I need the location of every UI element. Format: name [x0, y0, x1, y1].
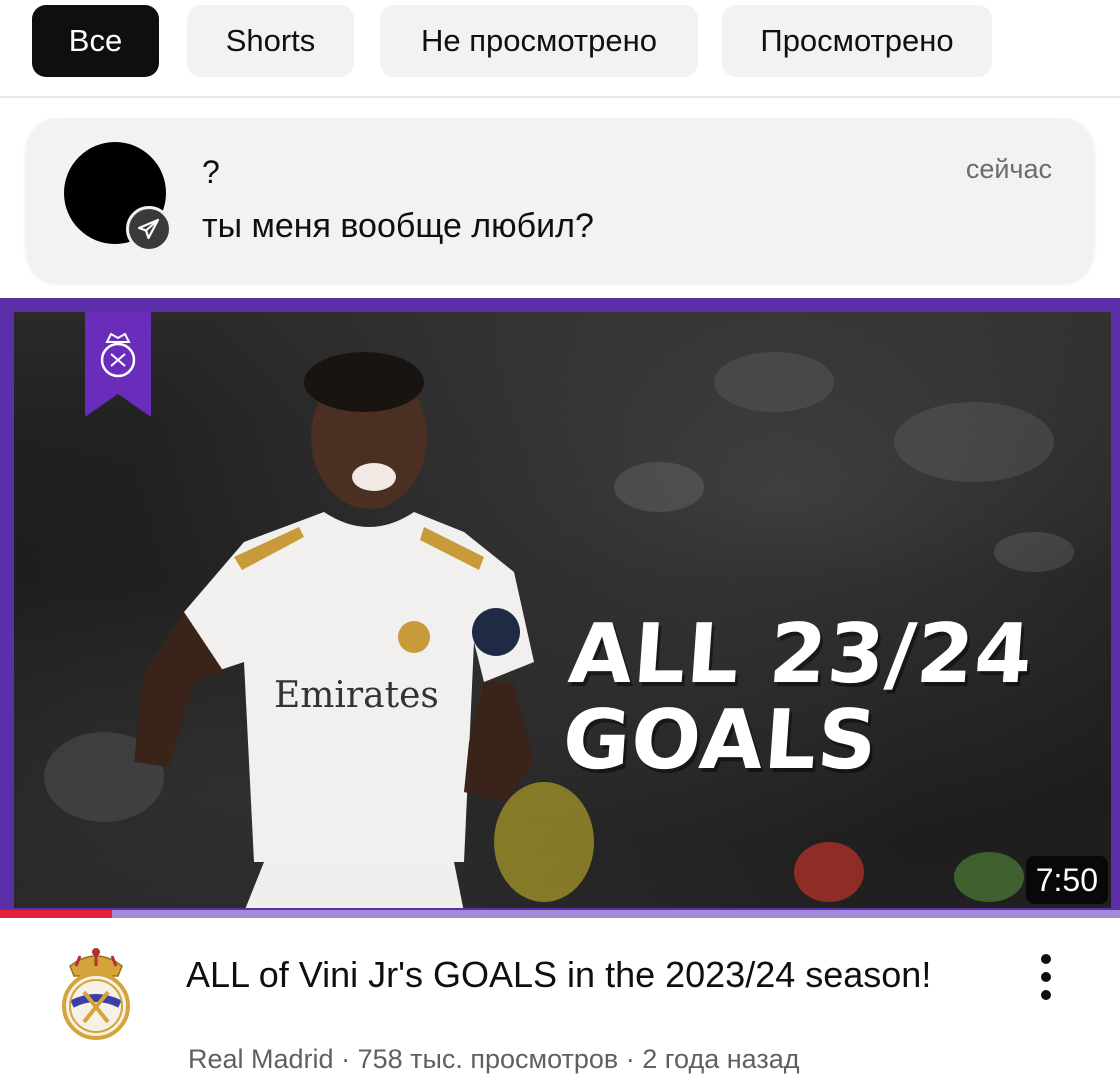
notification-time: сейчас — [965, 154, 1052, 184]
video-title[interactable]: ALL of Vini Jr's GOALS in the 2023/24 se… — [186, 952, 946, 998]
chip-watched[interactable]: Просмотрено — [722, 5, 992, 77]
player-figure: Emirates — [134, 352, 534, 908]
video-duration-badge: 7:50 — [1025, 856, 1108, 904]
filter-chips-bar: Все Shorts Не просмотрено Просмотрено — [0, 0, 1120, 98]
message-notification[interactable]: ? ты меня вообще любил? сейчас — [26, 118, 1094, 282]
chip-all[interactable]: Все — [32, 5, 159, 77]
video-thumbnail[interactable]: Emirates ALL 23/24 GOALS 7:50 — [0, 298, 1120, 918]
watch-progress-bar — [0, 910, 1120, 918]
meta-separator: · — [333, 1044, 358, 1074]
notification-title: ? — [202, 154, 220, 190]
chip-shorts[interactable]: Shorts — [187, 5, 354, 77]
meta-separator: · — [618, 1044, 643, 1074]
notification-text: ты меня вообще любил? — [202, 207, 594, 245]
channel-name[interactable]: Real Madrid — [188, 1044, 334, 1074]
watch-progress-fill — [0, 910, 112, 918]
thumbnail-image: Emirates ALL 23/24 GOALS — [14, 312, 1111, 908]
upload-age: 2 года назад — [642, 1044, 800, 1074]
chip-unwatched[interactable]: Не просмотрено — [380, 5, 698, 77]
svg-text:Emirates: Emirates — [274, 675, 439, 716]
channel-avatar[interactable] — [56, 944, 136, 1042]
thumbnail-headline: ALL 23/24 GOALS — [559, 607, 1037, 788]
more-options-icon[interactable] — [1024, 950, 1068, 1004]
telegram-icon — [126, 206, 172, 252]
video-metadata: Real Madrid · 758 тыс. просмотров · 2 го… — [188, 1042, 800, 1076]
real-madrid-crest-icon — [100, 332, 136, 378]
view-count: 758 тыс. просмотров — [357, 1044, 619, 1074]
